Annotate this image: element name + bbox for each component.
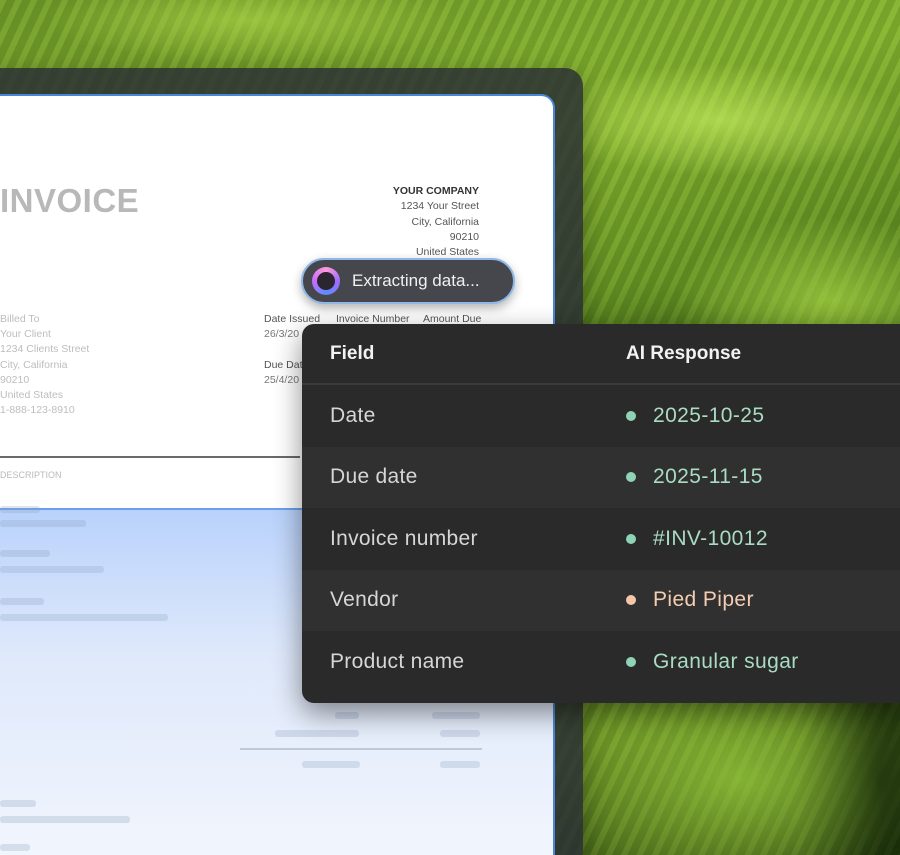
table-header: Field AI Response: [302, 324, 900, 385]
blurred-line: [0, 816, 130, 823]
billed-to-block: Billed To Your Client 1234 Clients Stree…: [0, 312, 89, 418]
status-dot-icon: [626, 656, 636, 667]
blurred-line: [0, 566, 104, 573]
field-column-header: Field: [330, 342, 375, 364]
company-zip: 90210: [449, 230, 479, 243]
table-row[interactable]: Date 2025-10-25: [302, 385, 900, 447]
ai-response-value: 2025-10-25: [653, 403, 765, 427]
field-name: Vendor: [330, 588, 399, 612]
blurred-line: [0, 800, 36, 807]
ai-response-column-header: AI Response: [626, 342, 742, 364]
loading-spinner-icon: [312, 267, 340, 295]
field-name: Date: [330, 403, 376, 427]
description-header: DESCRIPTION: [0, 470, 62, 480]
blurred-line: [0, 506, 40, 513]
invoice-title: INVOICE: [0, 182, 140, 219]
ai-response-value: 2025-11-15: [653, 465, 763, 489]
company-city: City, California: [411, 215, 480, 228]
client-city: City, California: [0, 358, 68, 371]
table-row[interactable]: Vendor Pied Piper: [302, 569, 900, 631]
blurred-line: [335, 712, 359, 719]
blurred-line: [432, 712, 480, 719]
company-name: YOUR COMPANY: [392, 185, 479, 197]
client-street: 1234 Clients Street: [0, 343, 90, 356]
ai-response-value: Granular sugar: [653, 649, 799, 673]
status-dot-icon: [626, 533, 636, 544]
blurred-line: [440, 761, 480, 768]
status-dot-icon: [626, 595, 636, 606]
client-phone: 1-888-123-8910: [0, 404, 75, 417]
extraction-results-table: Field AI Response Date 2025-10-25 Due date…: [302, 324, 900, 703]
ai-response-value: #INV-10012: [653, 526, 768, 550]
ai-response-value: Pied Piper: [653, 588, 754, 612]
status-dot-icon: [626, 472, 636, 483]
blurred-line: [0, 520, 86, 527]
status-dot-icon: [626, 410, 636, 421]
status-label: Extracting data...: [352, 271, 480, 290]
table-row[interactable]: Invoice number #INV-10012: [302, 508, 900, 570]
field-name: Product name: [330, 649, 465, 673]
table-row[interactable]: Product name Granular sugar: [302, 631, 900, 693]
client-name: Your Client: [0, 328, 51, 341]
client-zip: 90210: [0, 373, 30, 386]
company-address: YOUR COMPANY 1234 Your Street City, Cali…: [393, 184, 479, 260]
blurred-line: [0, 614, 168, 621]
company-street: 1234 Your Street: [400, 200, 479, 213]
extracting-status-pill: Extracting data...: [301, 258, 515, 304]
blurred-line: [275, 730, 359, 737]
field-name: Due date: [330, 465, 418, 489]
blurred-line: [440, 730, 480, 737]
totals-divider: [240, 748, 482, 750]
table-row[interactable]: Due date 2025-11-15: [302, 446, 900, 508]
blurred-line: [0, 598, 44, 605]
client-country: United States: [0, 389, 64, 402]
divider: [0, 456, 300, 458]
blurred-line: [0, 550, 50, 557]
blurred-line: [0, 844, 30, 851]
field-name: Invoice number: [330, 526, 478, 550]
billed-to-label: Billed To: [0, 313, 40, 325]
blurred-line: [302, 761, 360, 768]
